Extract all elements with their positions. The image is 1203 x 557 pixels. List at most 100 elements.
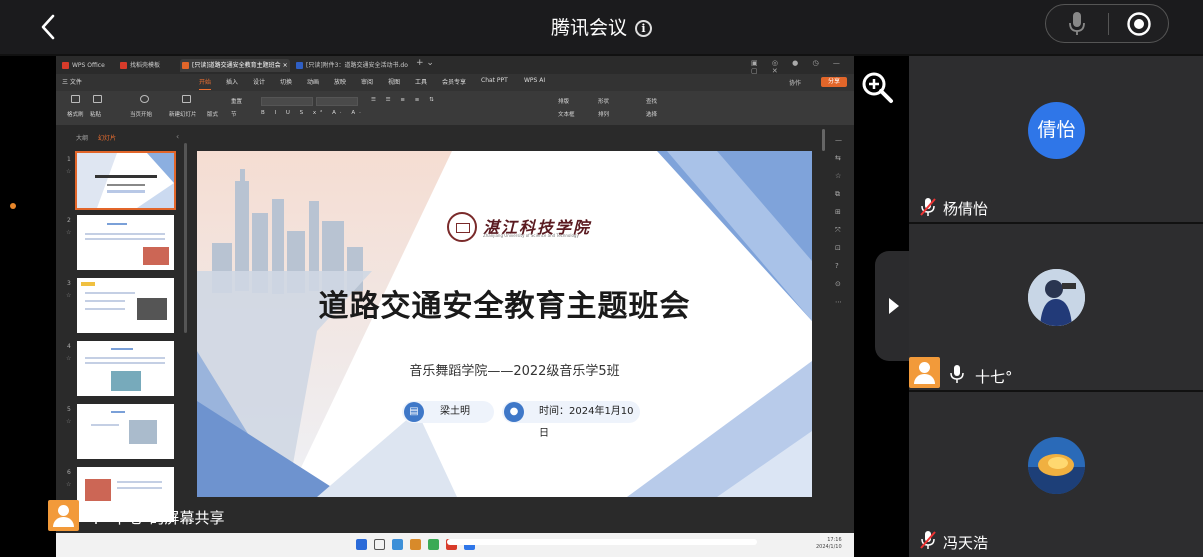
menu-chatppt[interactable]: Chat PPT [481, 77, 508, 84]
expand-panel-button[interactable] [875, 251, 911, 361]
participant-tile[interactable]: 倩怡 杨倩怡 [909, 56, 1203, 222]
participant-tile[interactable]: 十七° [909, 224, 1203, 390]
play-arrow-icon [889, 298, 899, 314]
ribbon-start-slideshow[interactable]: 当页开始 [130, 110, 152, 118]
thumbnail-scrollbar[interactable] [184, 143, 187, 333]
ppt-file-icon [182, 62, 189, 69]
meeting-title-area: 腾讯会议 i [0, 13, 1203, 40]
slide-thumbnail-1[interactable] [75, 151, 176, 210]
top-controls-pill [1045, 4, 1169, 43]
slide-thumbnail-3[interactable] [77, 278, 174, 333]
wps-share-button[interactable]: 分享 [821, 77, 847, 87]
thumb-line [117, 481, 162, 483]
star-icon[interactable]: ☆ [66, 418, 71, 425]
edge-icon[interactable] [392, 539, 403, 550]
right-tool-strip[interactable]: — ⇆ ☆ ⧉ ⊞ ⤧ ⊡? ⊙ ⋯ [835, 131, 842, 311]
new-tab-plus-icon[interactable]: + ⌄ [416, 58, 434, 68]
window-controls[interactable]: ▣ ◎ ● ◷ — ▢ ✕ [751, 59, 854, 75]
presenter-name: 梁土明 [440, 406, 470, 417]
collapse-panel-icon[interactable]: ‹ [176, 132, 179, 141]
ribbon-section[interactable]: 节 [231, 110, 237, 118]
ribbon-arrange-text[interactable]: 排版 [558, 97, 569, 105]
star-icon[interactable]: ☆ [66, 229, 71, 236]
wps-tab-doc[interactable]: [只读]附件3：道路交通安全活动书.do [294, 59, 412, 72]
thumb-number: 6 [67, 469, 71, 476]
star-icon[interactable]: ☆ [66, 292, 71, 299]
ribbon-shape[interactable]: 形状 [598, 97, 609, 105]
star-icon[interactable]: ☆ [66, 168, 71, 175]
info-icon[interactable]: i [635, 20, 652, 37]
slide-thumbnail-2[interactable] [77, 215, 174, 270]
new-slide-icon[interactable] [182, 95, 191, 103]
current-slide[interactable]: 湛江科技学院 Zhanjiang University of Science a… [197, 151, 812, 497]
slide-scrollbar[interactable] [821, 125, 827, 215]
star-icon[interactable]: ☆ [66, 355, 71, 362]
ribbon-reset[interactable]: 重置 [231, 97, 242, 105]
menu-wps-ai[interactable]: WPS AI [524, 77, 545, 84]
ribbon-layout[interactable]: 版式 [207, 110, 218, 118]
participant-tile[interactable]: 冯天浩 [909, 392, 1203, 557]
microphone-icon [950, 365, 964, 383]
wps-tab-bar: WPS Office 找稻壳模板 [只读]道路交通安全教育主题班会 × [只读]… [56, 56, 854, 75]
participant-name: 十七° [975, 368, 1013, 386]
slides-tab[interactable]: 幻灯片 [98, 135, 116, 142]
status-dot [10, 203, 16, 209]
paste-icon[interactable] [93, 95, 102, 103]
top-bar: 腾讯会议 i [0, 0, 1203, 54]
thumb-image [111, 371, 141, 391]
screen-share-text: 十七°的屏幕共享 [112, 509, 225, 527]
ribbon-textbox[interactable]: 文本框 [558, 110, 575, 118]
record-icon[interactable] [1126, 11, 1152, 37]
paragraph-buttons[interactable]: ☰ ☰ ≡ ≡ ⇅ [371, 97, 438, 103]
menu-tools[interactable]: 工具 [415, 77, 427, 86]
home-indicator[interactable] [447, 539, 757, 545]
word-file-icon [296, 62, 303, 69]
app-icon[interactable] [428, 539, 439, 550]
zoom-in-icon[interactable] [860, 70, 894, 104]
collaborate-button[interactable]: 协作 [789, 78, 801, 87]
slide-thumbnail-5[interactable] [77, 404, 174, 459]
thumb-line [85, 300, 125, 302]
slide-thumbnail-4[interactable] [77, 341, 174, 396]
format-painter-icon[interactable] [71, 95, 80, 103]
menu-animation[interactable]: 动画 [307, 77, 319, 86]
wps-tab-ppt[interactable]: [只读]道路交通安全教育主题班会 × [180, 59, 290, 72]
wps-tab-home[interactable]: WPS Office [60, 59, 116, 72]
windows-taskbar: 17:16 2024/1/10 [56, 533, 854, 557]
tab-label: 找稻壳模板 [130, 62, 161, 69]
menu-design[interactable]: 设计 [253, 77, 265, 86]
menu-view[interactable]: 视图 [388, 77, 400, 86]
explorer-icon[interactable] [410, 539, 421, 550]
search-icon[interactable] [374, 539, 385, 550]
menu-file[interactable]: 三 文件 [62, 77, 82, 86]
font-size-select[interactable] [316, 97, 358, 106]
font-name-select[interactable] [261, 97, 313, 106]
ribbon-new-slide[interactable]: 新建幻灯片 [169, 110, 197, 118]
wps-tab-templates[interactable]: 找稻壳模板 [118, 59, 176, 72]
text-format-buttons[interactable]: B I U S x² A· A· [261, 110, 365, 116]
thumb-line [85, 238, 165, 240]
menu-home[interactable]: 开始 [199, 77, 212, 90]
thumb-line [117, 487, 162, 489]
star-icon[interactable]: ☆ [66, 481, 71, 488]
microphone-icon[interactable] [1069, 12, 1085, 36]
ribbon-select[interactable]: 选择 [646, 110, 657, 118]
menu-review[interactable]: 审阅 [361, 77, 373, 86]
play-icon[interactable] [140, 95, 149, 103]
menu-insert[interactable]: 插入 [226, 77, 238, 86]
taskbar-clock: 17:16 2024/1/10 [816, 537, 842, 551]
menu-member[interactable]: 会员专享 [442, 77, 466, 86]
ribbon-find[interactable]: 查找 [646, 97, 657, 105]
pill-divider [1108, 13, 1109, 35]
outline-tab[interactable]: 大纲 [76, 135, 88, 142]
ribbon-paste[interactable]: 粘贴 [90, 110, 101, 118]
ribbon-format-painter[interactable]: 格式刷 [67, 110, 84, 118]
menu-slideshow[interactable]: 放映 [334, 77, 346, 86]
school-seal-logo [447, 212, 477, 242]
start-icon[interactable] [356, 539, 367, 550]
shared-screen[interactable]: WPS Office 找稻壳模板 [只读]道路交通安全教育主题班会 × [只读]… [56, 56, 854, 557]
menu-transition[interactable]: 切换 [280, 77, 292, 86]
ribbon-arrange[interactable]: 排列 [598, 110, 609, 118]
tab-label: [只读]道路交通安全教育主题班会 × [192, 62, 288, 69]
clock-date: 2024/1/10 [816, 544, 842, 550]
